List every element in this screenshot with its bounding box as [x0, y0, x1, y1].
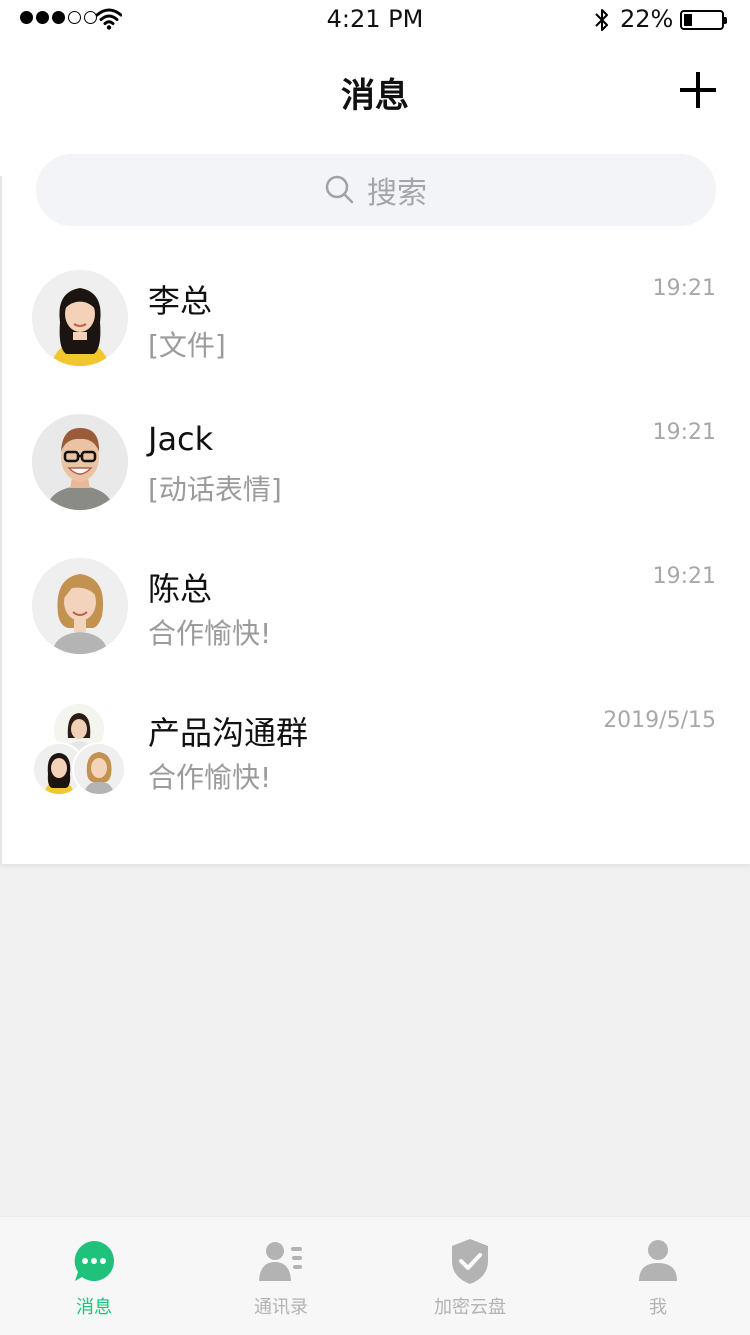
conversation-item[interactable]: 陈总 合作愉快! 19:21	[0, 558, 750, 702]
battery-percentage: 22%	[620, 5, 674, 33]
bottom-tab-bar: 消息 通讯录 加密云盘 我	[0, 1216, 750, 1335]
search-bar[interactable]: 搜索	[36, 154, 716, 226]
tab-encrypted-drive[interactable]: 加密云盘	[390, 1217, 550, 1335]
conversation-item[interactable]: 产品沟通群 合作愉快! 2019/5/15	[0, 702, 750, 846]
conversation-name: 李总	[148, 282, 213, 320]
avatar	[32, 270, 128, 366]
tab-messages[interactable]: 消息	[14, 1217, 174, 1335]
conversation-name: Jack	[148, 420, 214, 458]
person-icon	[639, 1240, 677, 1281]
tab-contacts[interactable]: 通讯录	[201, 1217, 361, 1335]
page-title: 消息	[341, 76, 409, 116]
message-preview: 合作愉快!	[148, 761, 272, 794]
conversation-item[interactable]: 李总 [文件] 19:21	[0, 270, 750, 414]
avatar	[32, 414, 128, 510]
conversation-item[interactable]: Jack [动话表情] 19:21	[0, 414, 750, 558]
message-time: 19:21	[652, 276, 716, 301]
tab-label: 加密云盘	[434, 1297, 506, 1318]
group-member-avatar	[72, 742, 126, 796]
conversation-name: 陈总	[148, 570, 213, 608]
add-icon[interactable]	[680, 72, 716, 108]
shield-check-icon	[452, 1239, 488, 1284]
tab-me[interactable]: 我	[578, 1217, 738, 1335]
message-preview: [动话表情]	[148, 473, 282, 506]
message-preview: [文件]	[148, 329, 226, 362]
battery-icon	[680, 10, 727, 30]
tab-label: 我	[649, 1297, 667, 1318]
group-avatar	[32, 702, 128, 798]
chat-bubble-icon	[74, 1241, 114, 1281]
search-icon	[325, 175, 354, 204]
bluetooth-icon	[595, 9, 608, 31]
message-time: 19:21	[652, 420, 716, 445]
message-preview: 合作愉快!	[148, 617, 272, 650]
avatar	[32, 558, 128, 654]
search-placeholder: 搜索	[367, 176, 427, 211]
status-bar: 4:21 PM 22%	[0, 0, 750, 40]
contacts-icon	[259, 1242, 302, 1281]
tab-label: 通讯录	[254, 1297, 308, 1318]
message-time: 19:21	[652, 564, 716, 589]
conversation-name: 产品沟通群	[148, 714, 309, 752]
message-time: 2019/5/15	[603, 708, 716, 733]
tab-label: 消息	[76, 1297, 112, 1318]
